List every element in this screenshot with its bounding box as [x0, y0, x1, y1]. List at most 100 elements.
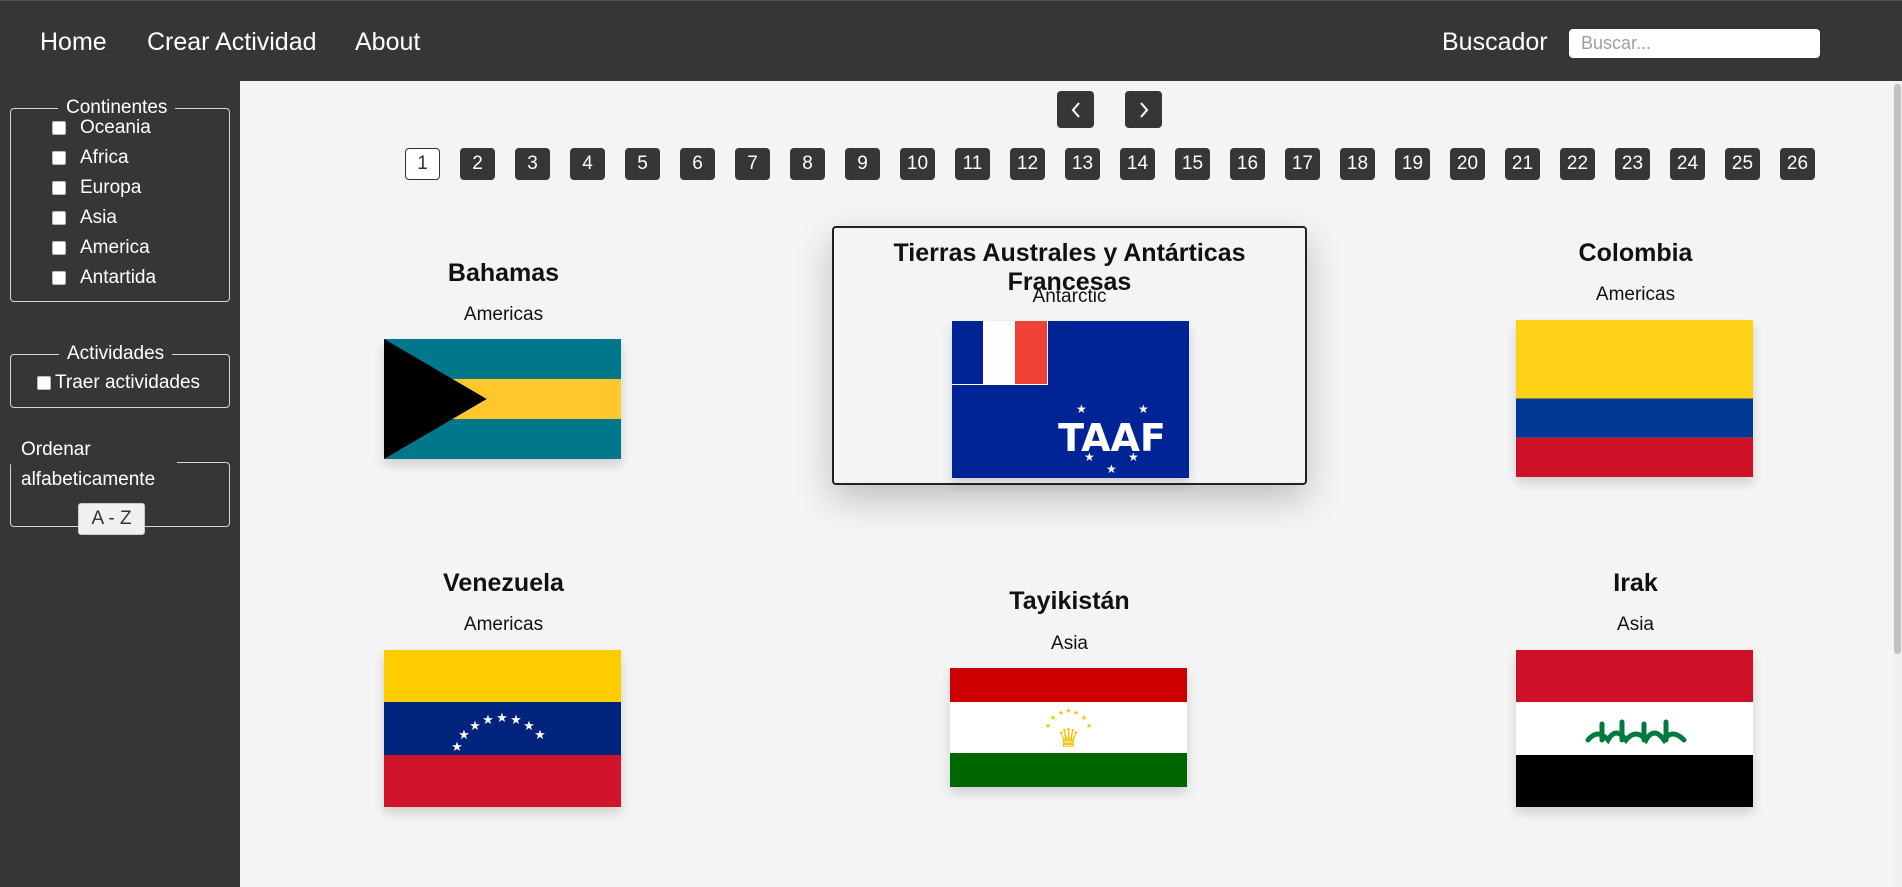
continent-option-oceania[interactable]: Oceania [52, 115, 151, 141]
page-button-2[interactable]: 2 [460, 148, 495, 180]
svg-text:★: ★ [1073, 709, 1079, 717]
search-input[interactable] [1569, 29, 1820, 58]
continent-label: Europa [80, 177, 142, 198]
country-card-tajikistan[interactable]: Tayikistán Asia ♛ ★ ★ ★ ★ ★ ★ ★ [832, 557, 1307, 816]
sort-az-button[interactable]: A - Z [78, 503, 145, 535]
checkbox[interactable] [52, 121, 66, 135]
svg-text:★: ★ [1106, 462, 1117, 476]
svg-text:★: ★ [534, 728, 546, 743]
svg-text:★: ★ [458, 728, 470, 743]
continent-option-asia[interactable]: Asia [52, 205, 117, 231]
page-button-3[interactable]: 3 [515, 148, 550, 180]
checkbox[interactable] [52, 241, 66, 255]
bahamas-flag [384, 339, 621, 459]
venezuela-flag: ★ ★ ★ ★ ★ ★ ★ ★ [384, 650, 621, 807]
country-card-bahamas[interactable]: Bahamas Americas [266, 227, 741, 486]
country-card-venezuela[interactable]: Venezuela Americas ★ ★ ★ ★ ★ ★ ★ ★ [266, 538, 741, 807]
page-button-21[interactable]: 21 [1505, 148, 1540, 180]
continent-label: Oceania [80, 117, 151, 138]
page-button-20[interactable]: 20 [1450, 148, 1485, 180]
svg-text:★: ★ [1138, 402, 1149, 416]
svg-text:★: ★ [496, 711, 508, 726]
page-button-14[interactable]: 14 [1120, 148, 1155, 180]
country-card-iraq[interactable]: Irak Asia [1398, 538, 1873, 807]
page-button-5[interactable]: 5 [625, 148, 660, 180]
page-button-25[interactable]: 25 [1725, 148, 1760, 180]
continent-label: Antartida [80, 267, 157, 288]
svg-text:★: ★ [1086, 722, 1092, 730]
next-page-button[interactable] [1125, 91, 1162, 128]
svg-text:♛: ♛ [1057, 724, 1080, 754]
checkbox[interactable] [52, 211, 66, 225]
country-region: Asia [1051, 633, 1088, 654]
country-region: Americas [1595, 284, 1676, 305]
country-region: Americas [463, 304, 544, 325]
page-button-12[interactable]: 12 [1010, 148, 1045, 180]
sort-label-line2: alfabeticamente [21, 469, 156, 490]
svg-text:★: ★ [1045, 722, 1051, 730]
checkbox[interactable] [52, 181, 66, 195]
page-button-10[interactable]: 10 [900, 148, 935, 180]
page-button-13[interactable]: 13 [1065, 148, 1100, 180]
continent-label: America [80, 237, 150, 258]
activities-option[interactable]: Traer actividades [37, 370, 200, 396]
nav-create-activity-link[interactable]: Crear Actividad [147, 28, 317, 57]
page-button-15[interactable]: 15 [1175, 148, 1210, 180]
chevron-left-icon [1071, 101, 1080, 118]
svg-text:★: ★ [1081, 714, 1087, 722]
tajikistan-flag: ♛ ★ ★ ★ ★ ★ ★ ★ [950, 668, 1187, 787]
continent-option-africa[interactable]: Africa [52, 145, 129, 171]
page-button-24[interactable]: 24 [1670, 148, 1705, 180]
page-button-9[interactable]: 9 [845, 148, 880, 180]
svg-text:★: ★ [1076, 402, 1087, 416]
continent-option-europa[interactable]: Europa [52, 175, 141, 201]
svg-text:TAAF: TAAF [1058, 416, 1166, 460]
page-button-4[interactable]: 4 [570, 148, 605, 180]
country-card-colombia[interactable]: Colombia Americas [1398, 226, 1873, 485]
country-region: Antarctic [1032, 286, 1107, 307]
page-button-7[interactable]: 7 [735, 148, 770, 180]
page-button-11[interactable]: 11 [955, 148, 990, 180]
page-button-6[interactable]: 6 [680, 148, 715, 180]
page-button-18[interactable]: 18 [1340, 148, 1375, 180]
page-button-19[interactable]: 19 [1395, 148, 1430, 180]
search-label: Buscador [1442, 28, 1548, 56]
country-name: Venezuela [443, 569, 564, 597]
colombia-flag [1516, 320, 1753, 477]
country-region: Asia [1617, 614, 1654, 635]
scrollbar-thumb[interactable] [1894, 84, 1901, 654]
svg-text:★: ★ [510, 713, 522, 728]
top-navbar: Home Crear Actividad About Buscador [0, 0, 1902, 81]
continent-label: Asia [80, 207, 117, 228]
continent-option-america[interactable]: America [52, 235, 150, 261]
continent-label: Africa [80, 147, 129, 168]
country-card-french-southern-territories[interactable]: Tierras Australes y Antárticas Francesas… [832, 226, 1307, 485]
page-button-22[interactable]: 22 [1560, 148, 1595, 180]
checkbox[interactable] [37, 376, 51, 390]
page-button-8[interactable]: 8 [790, 148, 825, 180]
page-button-23[interactable]: 23 [1615, 148, 1650, 180]
activities-legend: Actividades [67, 343, 165, 364]
prev-page-button[interactable] [1057, 91, 1094, 128]
svg-text:★: ★ [523, 719, 535, 734]
svg-text:★: ★ [1065, 707, 1071, 715]
svg-text:★: ★ [1084, 450, 1095, 464]
chevron-right-icon [1139, 101, 1148, 118]
activities-checkbox-label: Traer actividades [55, 372, 201, 393]
checkbox[interactable] [52, 151, 66, 165]
country-name: Colombia [1578, 239, 1693, 267]
page-button-17[interactable]: 17 [1285, 148, 1320, 180]
svg-text:★: ★ [469, 719, 481, 734]
checkbox[interactable] [52, 271, 66, 285]
page-button-1[interactable]: 1 [405, 148, 440, 180]
page-button-26[interactable]: 26 [1780, 148, 1815, 180]
sort-label-line1: Ordenar [21, 439, 91, 460]
continent-option-antartida[interactable]: Antartida [52, 265, 156, 291]
svg-text:★: ★ [1050, 714, 1056, 722]
nav-home-link[interactable]: Home [40, 28, 107, 57]
page-button-16[interactable]: 16 [1230, 148, 1265, 180]
svg-text:★: ★ [1058, 709, 1064, 717]
svg-text:★: ★ [482, 713, 494, 728]
french-southern-territories-flag: TAAF ★ ★ ★ ★ ★ [952, 321, 1189, 478]
nav-about-link[interactable]: About [355, 28, 420, 57]
